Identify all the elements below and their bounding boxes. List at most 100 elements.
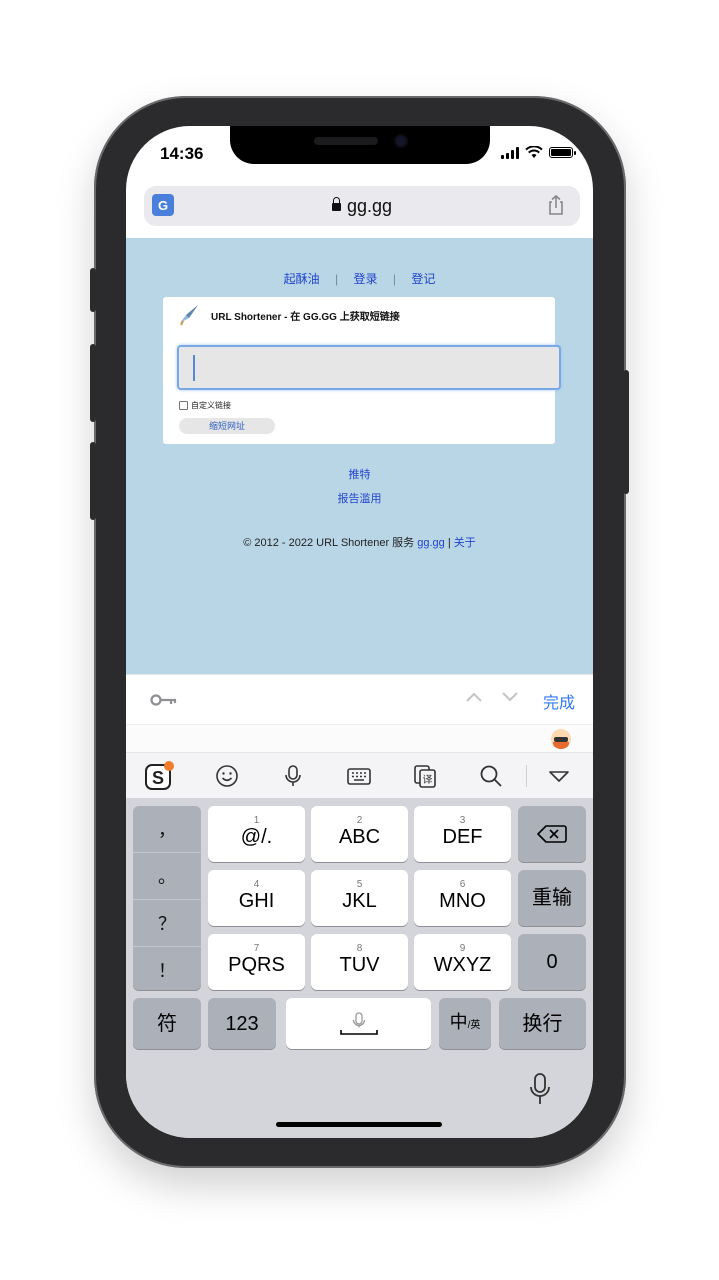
rocket-icon [180, 305, 198, 326]
nav-separator: | [335, 272, 339, 286]
key-label: PQRS [228, 954, 285, 976]
dictation-microphone-icon[interactable] [528, 1072, 552, 1106]
symbols-key[interactable]: 符 [133, 998, 201, 1049]
ime-avatar-icon[interactable] [551, 729, 571, 749]
lang-sub-label: /英 [467, 1019, 481, 1031]
key-label: ABC [338, 826, 381, 848]
custom-link-option[interactable]: 自定义链接 [179, 400, 231, 411]
password-key-icon[interactable] [150, 693, 178, 707]
keyboard-icon[interactable] [346, 763, 372, 789]
mute-switch [90, 268, 96, 312]
space-mic-icon [339, 1011, 378, 1035]
phone-screen: 14:36 G gg.gg 起酥油 | 登录 | 登记 URL Shortene… [126, 126, 593, 1138]
punct-comma-key[interactable]: ， [133, 806, 201, 853]
url-display[interactable]: gg.gg [144, 196, 580, 217]
key-label: WXYZ [433, 954, 492, 976]
key-number: 9 [459, 943, 466, 954]
search-icon[interactable] [478, 763, 504, 789]
volume-up-button [90, 344, 96, 422]
nav-link-register[interactable]: 登记 [411, 272, 435, 286]
footer-link-about[interactable]: 关于 [454, 537, 476, 549]
key-0[interactable]: 0 [518, 934, 586, 990]
svg-text:S: S [152, 768, 164, 788]
power-button [623, 370, 629, 494]
key-9[interactable]: 9 WXYZ [414, 934, 511, 990]
key-number: 4 [253, 879, 260, 890]
lang-main-label: 中 [449, 1011, 468, 1032]
key-label: @/. [240, 826, 273, 848]
earpiece-speaker [314, 137, 378, 145]
key-3[interactable]: 3 DEF [414, 806, 511, 862]
battery-icon [549, 147, 576, 158]
key-number: 3 [459, 815, 466, 826]
notch [230, 126, 490, 164]
footer: © 2012 - 2022 URL Shortener 服务 gg.gg | 关… [126, 534, 593, 550]
shorten-url-button[interactable]: 缩短网址 [179, 418, 275, 434]
key-number: 6 [459, 879, 466, 890]
punct-question-key[interactable]: ？ [133, 900, 201, 947]
retype-label: 重输 [532, 887, 572, 909]
lock-icon [331, 197, 341, 211]
long-url-input[interactable] [177, 345, 561, 390]
backspace-key[interactable] [518, 806, 586, 862]
key-number: 7 [253, 943, 260, 954]
share-icon[interactable] [546, 194, 566, 216]
key-label: 0 [546, 951, 558, 973]
custom-link-label: 自定义链接 [191, 401, 231, 410]
link-report-abuse[interactable]: 报告滥用 [126, 490, 593, 506]
cellular-signal-icon [501, 146, 519, 159]
volume-down-button [90, 442, 96, 520]
status-time: 14:36 [160, 144, 204, 163]
key-5[interactable]: 5 JKL [311, 870, 408, 926]
footer-copyright: © 2012 - 2022 URL Shortener 服务 [243, 537, 415, 549]
microphone-icon[interactable] [280, 763, 306, 789]
nav-link-shortening[interactable]: 起酥油 [284, 272, 320, 286]
nav-link-login[interactable]: 登录 [353, 272, 377, 286]
key-number: 8 [356, 943, 363, 954]
clipboard-icon[interactable]: 译 [412, 763, 438, 789]
numbers-label: 123 [225, 1012, 259, 1035]
text-caret [193, 355, 195, 381]
backspace-icon [537, 825, 567, 843]
punctuation-column[interactable]: ， 。 ？ ！ [133, 806, 201, 990]
retype-key[interactable]: 重输 [518, 870, 586, 926]
footer-link-site[interactable]: gg.gg [417, 537, 445, 549]
numbers-key[interactable]: 123 [208, 998, 276, 1049]
collapse-keyboard-icon[interactable] [546, 763, 572, 789]
punct-period-key[interactable]: 。 [133, 853, 201, 900]
return-key[interactable]: 换行 [499, 998, 586, 1049]
key-1[interactable]: 1 @/. [208, 806, 305, 862]
key-number: 2 [356, 815, 363, 826]
key-label: DEF [442, 826, 483, 848]
sogou-logo-icon[interactable]: S [144, 761, 174, 791]
status-icons [501, 146, 576, 159]
link-tweet[interactable]: 推特 [126, 466, 593, 482]
key-8[interactable]: 8 TUV [311, 934, 408, 990]
space-key[interactable] [286, 998, 431, 1049]
key-7[interactable]: 7 PQRS [208, 934, 305, 990]
key-label: MNO [439, 890, 486, 912]
done-button[interactable]: 完成 [543, 689, 575, 713]
custom-link-checkbox[interactable] [179, 401, 188, 410]
key-2[interactable]: 2 ABC [311, 806, 408, 862]
next-field-chevron-icon[interactable] [502, 691, 518, 703]
key-label: JKL [342, 890, 377, 912]
key-4[interactable]: 4 GHI [208, 870, 305, 926]
front-camera [394, 134, 408, 148]
punct-exclamation-key[interactable]: ！ [133, 947, 201, 993]
top-nav: 起酥油 | 登录 | 登记 [126, 270, 593, 287]
webpage-content: 起酥油 | 登录 | 登记 URL Shortener - 在 GG.GG 上获… [126, 238, 593, 674]
input-accessory-bar: 完成 [126, 674, 593, 725]
key-6[interactable]: 6 MNO [414, 870, 511, 926]
url-text: gg.gg [346, 196, 393, 216]
address-bar[interactable]: G gg.gg [144, 186, 580, 226]
nav-separator: | [392, 272, 396, 286]
footer-separator: | [447, 537, 451, 549]
home-indicator[interactable] [276, 1122, 442, 1127]
emoji-icon[interactable] [214, 763, 240, 789]
symbols-label: 符 [157, 1012, 177, 1035]
toolbar-divider [526, 765, 527, 787]
card-title: URL Shortener - 在 GG.GG 上获取短链接 [211, 312, 400, 323]
previous-field-chevron-icon[interactable] [466, 691, 482, 703]
language-switch-key[interactable]: 中/英 [439, 998, 491, 1049]
